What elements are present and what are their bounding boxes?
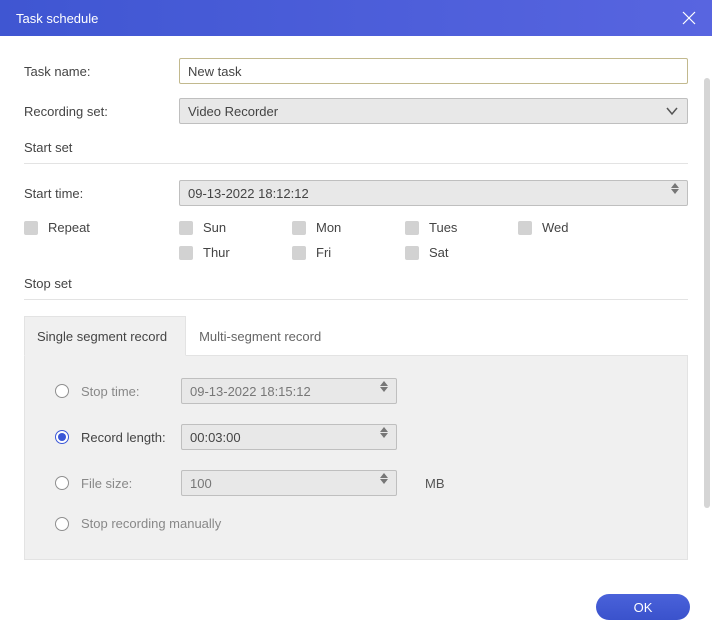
record-length-value: 00:03:00 [190, 430, 241, 445]
window-title: Task schedule [16, 11, 98, 26]
spinner-up-icon[interactable] [380, 427, 388, 432]
recording-set-select[interactable]: Video Recorder [179, 98, 688, 124]
task-name-input[interactable] [179, 58, 688, 84]
file-size-unit: MB [425, 476, 445, 491]
record-length-label: Record length: [81, 430, 181, 445]
repeat-label: Repeat [48, 220, 90, 235]
chevron-down-icon [665, 104, 679, 118]
start-time-value: 09-13-2022 18:12:12 [188, 186, 309, 201]
single-segment-panel: Stop time: 09-13-2022 18:15:12 Record le… [24, 356, 688, 560]
start-time-input[interactable]: 09-13-2022 18:12:12 [179, 180, 688, 206]
recording-set-label: Recording set: [24, 104, 179, 119]
day-label: Mon [316, 220, 341, 235]
stop-time-radio[interactable] [55, 384, 69, 398]
task-name-label: Task name: [24, 64, 179, 79]
spinner-up-icon[interactable] [380, 473, 388, 478]
spinner-up-icon[interactable] [380, 381, 388, 386]
checkbox-box-icon [292, 221, 306, 235]
start-set-heading: Start set [24, 140, 688, 155]
spinner-down-icon[interactable] [380, 479, 388, 484]
spinner-down-icon[interactable] [380, 433, 388, 438]
day-wed-checkbox[interactable]: Wed [518, 220, 673, 235]
day-label: Tues [429, 220, 457, 235]
footer: OK [0, 582, 712, 632]
stop-time-label: Stop time: [81, 384, 181, 399]
file-size-input[interactable]: 100 [181, 470, 397, 496]
record-length-radio[interactable] [55, 430, 69, 444]
checkbox-box-icon [179, 221, 193, 235]
record-length-input[interactable]: 00:03:00 [181, 424, 397, 450]
checkbox-box-icon [24, 221, 38, 235]
spinner-up-icon[interactable] [671, 183, 679, 188]
content-area: Task name: Recording set: Video Recorder… [0, 36, 712, 582]
divider [24, 299, 688, 300]
divider [24, 163, 688, 164]
close-icon[interactable] [682, 11, 696, 25]
checkbox-box-icon [405, 246, 419, 260]
stop-time-input[interactable]: 09-13-2022 18:15:12 [181, 378, 397, 404]
day-sat-checkbox[interactable]: Sat [405, 245, 560, 260]
day-label: Thur [203, 245, 230, 260]
day-label: Fri [316, 245, 331, 260]
checkbox-box-icon [405, 221, 419, 235]
stop-set-heading: Stop set [24, 276, 688, 291]
file-size-label: File size: [81, 476, 181, 491]
start-time-label: Start time: [24, 186, 179, 201]
titlebar: Task schedule [0, 0, 712, 36]
manual-stop-radio[interactable] [55, 517, 69, 531]
file-size-value: 100 [190, 476, 212, 491]
recording-set-value: Video Recorder [188, 104, 278, 119]
tab-single-segment[interactable]: Single segment record [24, 316, 186, 356]
repeat-checkbox[interactable]: Repeat [24, 220, 179, 235]
checkbox-box-icon [179, 246, 193, 260]
day-label: Wed [542, 220, 569, 235]
day-label: Sun [203, 220, 226, 235]
spinner-down-icon[interactable] [380, 387, 388, 392]
manual-stop-label: Stop recording manually [81, 516, 221, 531]
scrollbar[interactable] [704, 78, 710, 508]
stop-tabs: Single segment record Multi-segment reco… [24, 316, 688, 356]
tab-multi-segment[interactable]: Multi-segment record [186, 316, 340, 355]
stop-time-value: 09-13-2022 18:15:12 [190, 384, 311, 399]
spinner-down-icon[interactable] [671, 189, 679, 194]
checkbox-box-icon [518, 221, 532, 235]
file-size-radio[interactable] [55, 476, 69, 490]
ok-button[interactable]: OK [596, 594, 690, 620]
day-label: Sat [429, 245, 449, 260]
checkbox-box-icon [292, 246, 306, 260]
